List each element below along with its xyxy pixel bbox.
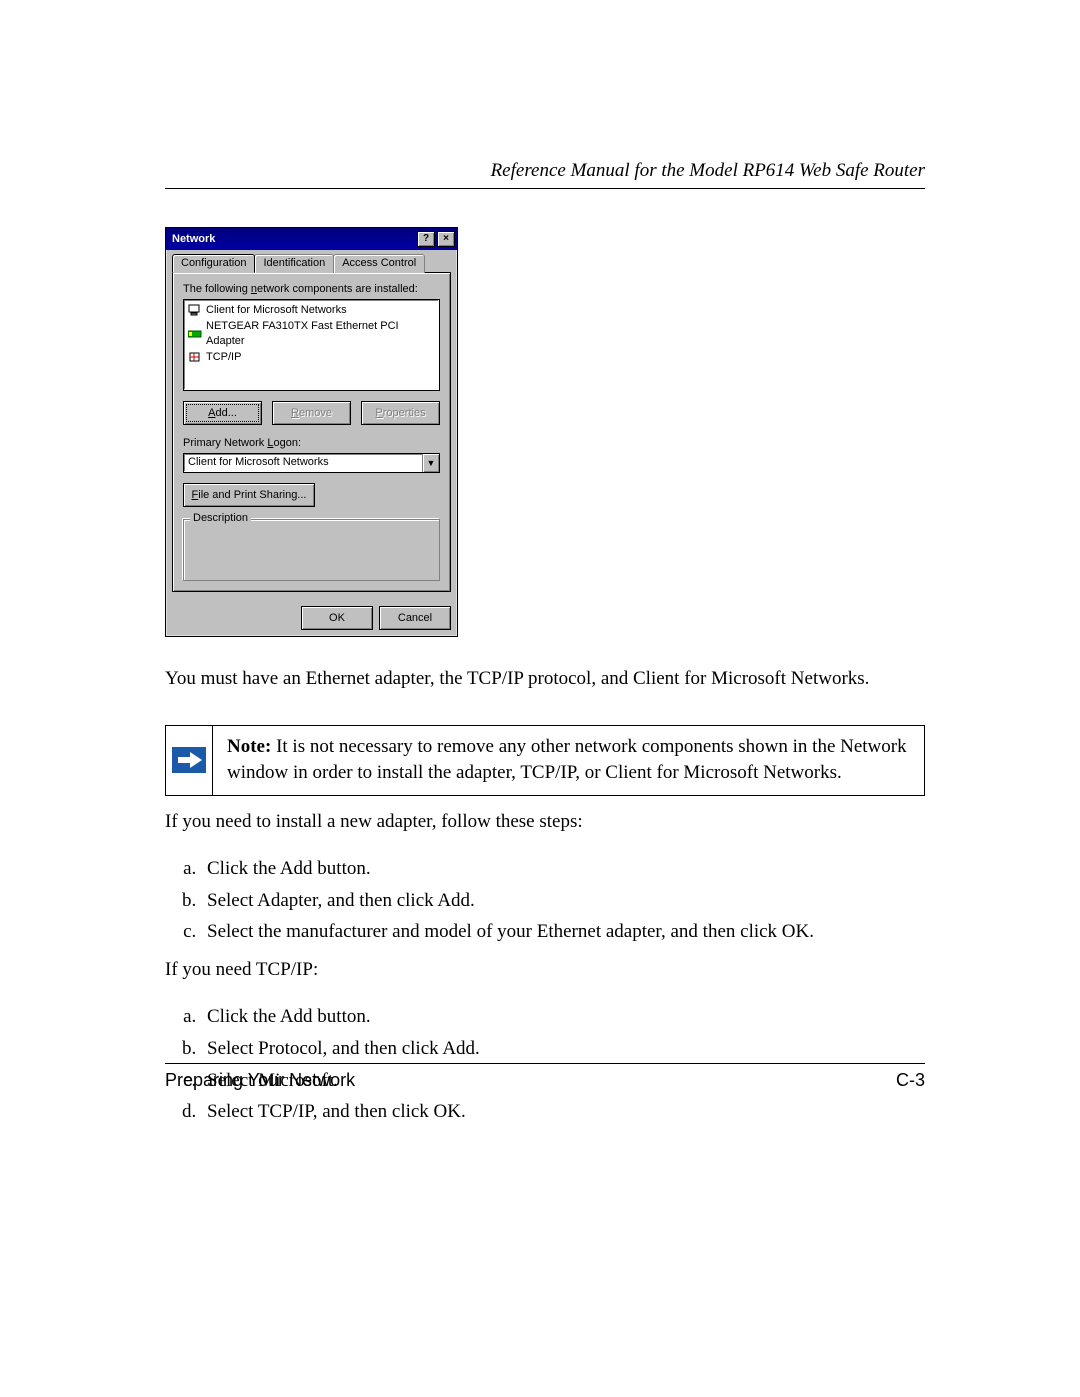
document-page: Reference Manual for the Model RP614 Web… xyxy=(0,0,1080,1397)
tab-access-control[interactable]: Access Control xyxy=(333,254,425,273)
note-callout: Note: It is not necessary to remove any … xyxy=(165,725,925,796)
note-label: Note: xyxy=(227,736,271,757)
list-item: Click the Add button. xyxy=(201,855,925,883)
footer-page-number: C-3 xyxy=(896,1070,925,1091)
body-paragraph: You must have an Ethernet adapter, the T… xyxy=(165,665,925,693)
list-item-label: NETGEAR FA310TX Fast Ethernet PCI Adapte… xyxy=(206,319,435,348)
primary-logon-combo[interactable]: Client for Microsoft Networks ▼ xyxy=(183,453,440,473)
add-button[interactable]: Add... xyxy=(183,401,262,425)
network-dialog-window: Network ? × Configuration Identification… xyxy=(165,227,458,637)
list-item: Select TCP/IP, and then click OK. xyxy=(201,1098,925,1126)
list-item: Select Adapter, and then click Add. xyxy=(201,887,925,915)
chevron-down-icon[interactable]: ▼ xyxy=(422,454,439,472)
list-item: Select the manufacturer and model of you… xyxy=(201,918,925,946)
note-text: Note: It is not necessary to remove any … xyxy=(213,726,924,795)
components-listbox[interactable]: Client for Microsoft Networks NETGEAR FA… xyxy=(183,299,440,391)
protocol-icon xyxy=(188,351,202,363)
arrow-right-icon xyxy=(166,726,213,795)
figure-network-dialog: Network ? × Configuration Identification… xyxy=(165,227,925,637)
ok-button[interactable]: OK xyxy=(301,606,373,630)
remove-button[interactable]: Remove xyxy=(272,401,351,425)
ordered-list-adapter: Click the Add button. Select Adapter, an… xyxy=(165,855,925,946)
list-item[interactable]: Client for Microsoft Networks xyxy=(186,302,437,318)
description-legend: Description xyxy=(190,512,251,524)
list-item-label: Client for Microsoft Networks xyxy=(206,303,347,317)
running-header: Reference Manual for the Model RP614 Web… xyxy=(165,160,925,189)
cancel-button[interactable]: Cancel xyxy=(379,606,451,630)
tab-identification[interactable]: Identification xyxy=(254,254,334,273)
list-item-label: TCP/IP xyxy=(206,350,241,364)
dialog-titlebar: Network ? × xyxy=(166,228,457,250)
help-button[interactable]: ? xyxy=(417,231,435,247)
list-item: Select Protocol, and then click Add. xyxy=(201,1035,925,1063)
body-paragraph: If you need to install a new adapter, fo… xyxy=(165,808,925,836)
tab-panel-configuration: The following network components are ins… xyxy=(172,272,451,592)
tab-strip: Configuration Identification Access Cont… xyxy=(172,254,451,273)
computer-icon xyxy=(188,304,202,316)
description-groupbox: Description xyxy=(183,519,440,581)
primary-logon-label: Primary Network Logon: xyxy=(183,437,440,449)
list-item: Click the Add button. xyxy=(201,1003,925,1031)
body-paragraph: If you need TCP/IP: xyxy=(165,956,925,984)
tab-configuration[interactable]: Configuration xyxy=(172,254,255,273)
properties-button[interactable]: Properties xyxy=(361,401,440,425)
nic-icon xyxy=(188,328,202,340)
list-item[interactable]: TCP/IP xyxy=(186,349,437,365)
combo-value: Client for Microsoft Networks xyxy=(184,454,422,472)
dialog-title: Network xyxy=(172,233,215,245)
close-button[interactable]: × xyxy=(437,231,455,247)
file-print-sharing-button[interactable]: File and Print Sharing... xyxy=(183,483,315,507)
footer-section: Preparing Your Network xyxy=(165,1070,355,1091)
components-label: The following network components are ins… xyxy=(183,283,440,295)
page-footer: Preparing Your Network C-3 xyxy=(165,1063,925,1091)
list-item[interactable]: NETGEAR FA310TX Fast Ethernet PCI Adapte… xyxy=(186,318,437,349)
